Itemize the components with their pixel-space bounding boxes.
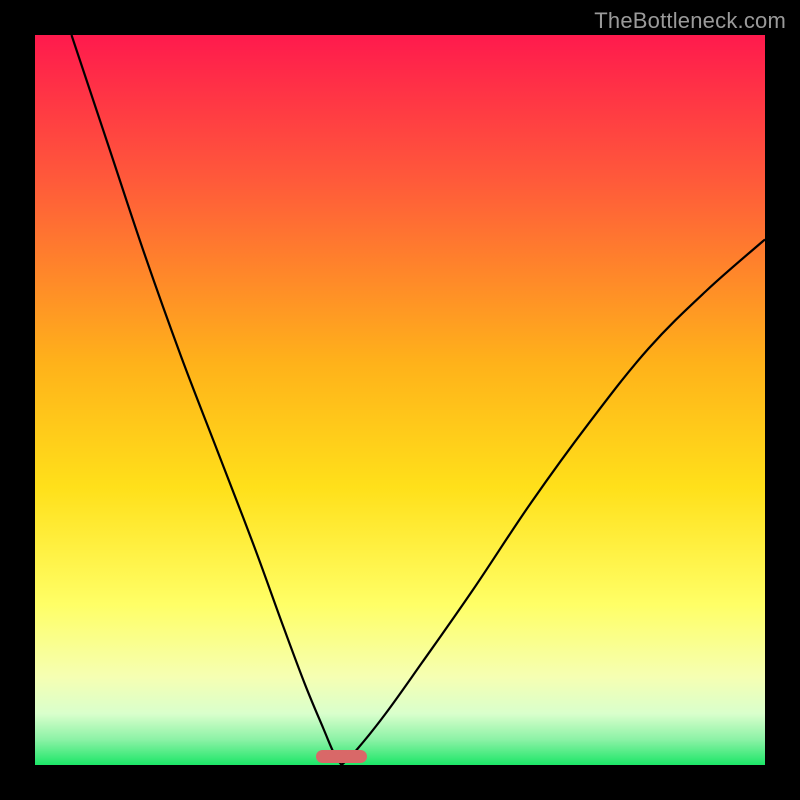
bottleneck-curve [35,35,765,765]
curve-right-branch [342,239,765,765]
notch-marker [316,750,367,763]
chart-frame: TheBottleneck.com [0,0,800,800]
chart-plot-area [35,35,765,765]
watermark-text: TheBottleneck.com [594,8,786,34]
curve-left-branch [72,35,342,765]
